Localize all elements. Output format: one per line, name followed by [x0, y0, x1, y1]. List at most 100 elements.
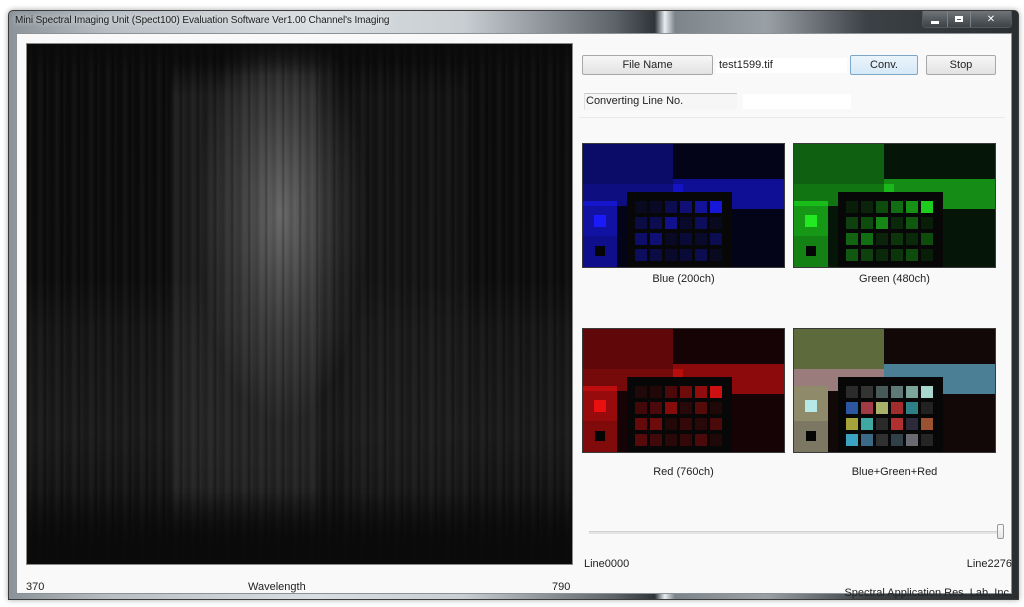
towel-top-left	[794, 329, 884, 369]
color-patch	[846, 386, 858, 398]
color-patch	[695, 217, 707, 229]
towel-top-left	[794, 144, 884, 184]
color-patch	[876, 418, 888, 430]
color-patch	[650, 201, 662, 213]
color-patch	[846, 434, 858, 446]
converting-line-label: Converting Line No.	[584, 93, 737, 110]
caption-buttons: ✕	[922, 11, 1012, 28]
spectral-image	[26, 43, 573, 565]
color-patch	[891, 402, 903, 414]
file-name-button[interactable]: File Name	[582, 55, 713, 75]
color-patch	[891, 434, 903, 446]
client-area: 370 Wavelength 790 File Name test1599.ti…	[16, 33, 1012, 599]
maximize-icon	[955, 16, 963, 22]
color-patch	[846, 418, 858, 430]
color-patch	[921, 402, 933, 414]
color-patch	[665, 402, 677, 414]
card-hole	[806, 246, 816, 256]
color-patch	[635, 249, 647, 261]
color-patch	[876, 201, 888, 213]
color-patch	[680, 402, 692, 414]
color-patch	[861, 434, 873, 446]
color-patch	[876, 233, 888, 245]
color-patch	[650, 386, 662, 398]
minimize-icon	[931, 20, 939, 24]
color-patch	[921, 386, 933, 398]
wavelength-max-label: 790	[552, 581, 571, 593]
convert-button[interactable]: Conv.	[850, 55, 918, 75]
color-patch	[846, 402, 858, 414]
channel-caption-red: Red (760ch)	[653, 466, 714, 478]
channel-image-red	[582, 328, 785, 453]
close-button[interactable]: ✕	[970, 11, 1011, 27]
color-patch	[635, 201, 647, 213]
color-patch	[921, 434, 933, 446]
color-patch	[906, 217, 918, 229]
color-patch	[650, 418, 662, 430]
color-patch	[861, 201, 873, 213]
slider-track[interactable]	[589, 531, 999, 534]
color-patch	[921, 217, 933, 229]
color-patch	[680, 217, 692, 229]
color-patch	[665, 233, 677, 245]
color-patch	[891, 418, 903, 430]
card-spot	[805, 400, 817, 412]
color-patch	[680, 249, 692, 261]
channel-caption-green: Green (480ch)	[859, 273, 930, 285]
color-patch	[710, 217, 722, 229]
color-patch	[891, 217, 903, 229]
line-slider[interactable]	[583, 34, 1009, 539]
line-min-label: Line0000	[584, 558, 630, 570]
color-patch	[680, 434, 692, 446]
slider-thumb[interactable]	[997, 524, 1004, 539]
color-patch	[710, 233, 722, 245]
towel-top-left	[583, 329, 673, 369]
color-patch	[876, 386, 888, 398]
color-patch	[906, 201, 918, 213]
color-patch	[695, 418, 707, 430]
color-patch	[846, 249, 858, 261]
color-patch	[921, 418, 933, 430]
color-patch	[906, 418, 918, 430]
color-patch	[695, 201, 707, 213]
channel-image-composite	[793, 328, 996, 453]
card-spot	[594, 400, 606, 412]
color-patch	[695, 249, 707, 261]
company-label: Spectral Application Res. Lab. Inc.	[844, 587, 1012, 599]
color-patch	[635, 434, 647, 446]
color-patch	[861, 418, 873, 430]
color-patch	[695, 434, 707, 446]
color-patch	[665, 418, 677, 430]
card-spot	[594, 215, 606, 227]
color-patch	[846, 233, 858, 245]
color-patch	[665, 434, 677, 446]
color-patch	[876, 217, 888, 229]
color-patch	[635, 217, 647, 229]
color-patch	[710, 434, 722, 446]
color-patch	[650, 217, 662, 229]
color-patch	[665, 217, 677, 229]
color-patch	[891, 233, 903, 245]
file-name-field[interactable]: test1599.tif	[716, 58, 847, 73]
title-bar[interactable]: Mini Spectral Imaging Unit (Spect100) Ev…	[9, 11, 1018, 33]
window-title: Mini Spectral Imaging Unit (Spect100) Ev…	[15, 15, 390, 26]
maximize-button[interactable]	[947, 11, 970, 27]
app-window: Mini Spectral Imaging Unit (Spect100) Ev…	[8, 10, 1019, 600]
color-patch	[695, 402, 707, 414]
color-patch	[921, 233, 933, 245]
spectral-vignette	[27, 44, 572, 564]
color-patch	[665, 386, 677, 398]
color-patch	[906, 386, 918, 398]
color-patch	[650, 249, 662, 261]
color-patch	[861, 402, 873, 414]
color-patch	[635, 418, 647, 430]
stop-button[interactable]: Stop	[926, 55, 996, 75]
color-patch	[846, 201, 858, 213]
channel-image-green	[793, 143, 996, 268]
toolbar-divider	[579, 117, 1005, 118]
towel-top-left	[583, 144, 673, 184]
minimize-button[interactable]	[923, 11, 947, 27]
color-patch	[906, 233, 918, 245]
converting-line-field	[743, 94, 851, 109]
color-patch	[665, 249, 677, 261]
